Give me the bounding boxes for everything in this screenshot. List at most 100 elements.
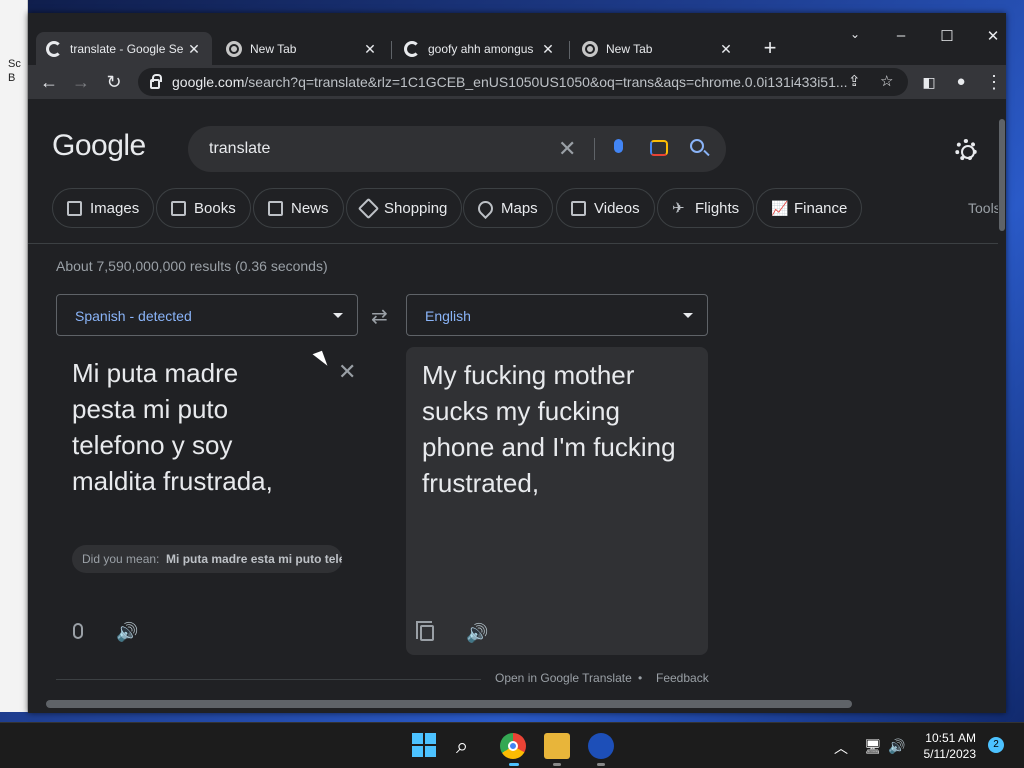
swap-languages-icon[interactable]: ⇄ bbox=[371, 304, 388, 329]
tab-label: New Tab bbox=[250, 42, 297, 56]
open-in-google-translate-link[interactable]: Open in Google Translate bbox=[495, 671, 632, 685]
system-clock[interactable]: 10:51 AM 5/11/2023 bbox=[906, 730, 977, 762]
profile-icon[interactable]: ● bbox=[950, 71, 972, 93]
tab-search-icon[interactable]: ⌄ bbox=[845, 27, 865, 41]
source-language-select[interactable]: Spanish - detected bbox=[56, 294, 358, 336]
share-icon[interactable]: ⇪ bbox=[848, 72, 861, 90]
clear-search-icon[interactable]: ✕ bbox=[558, 136, 576, 162]
file-explorer-icon[interactable] bbox=[544, 733, 570, 759]
app-indicator bbox=[597, 763, 605, 766]
news-icon bbox=[268, 200, 283, 216]
new-tab-button[interactable]: + bbox=[760, 35, 780, 61]
close-window-button[interactable]: ✕ bbox=[983, 27, 1003, 45]
speaker-icon[interactable]: 🔊 bbox=[466, 623, 488, 644]
network-icon[interactable]: 🖥 bbox=[864, 738, 882, 755]
chart-icon: 📈 bbox=[771, 199, 789, 216]
airplane-icon: ✈ bbox=[672, 199, 685, 217]
url-host: google.com bbox=[172, 74, 245, 90]
vertical-scrollbar[interactable] bbox=[998, 99, 1006, 695]
tools-button[interactable]: Tools bbox=[968, 200, 998, 216]
book-icon bbox=[171, 200, 186, 216]
chip-label: Videos bbox=[594, 199, 640, 217]
clock-date: 5/11/2023 bbox=[923, 747, 977, 761]
chip-shopping[interactable]: Shopping bbox=[346, 188, 463, 228]
clear-source-icon[interactable]: ✕ bbox=[338, 359, 356, 385]
search-divider bbox=[594, 138, 595, 160]
source-text[interactable]: Mi puta madre pesta mi puto telefono y s… bbox=[72, 355, 282, 499]
tab-new-tab[interactable]: New Tab ✕ bbox=[216, 32, 388, 66]
chip-news[interactable]: News bbox=[253, 188, 344, 228]
search-box[interactable]: translate ✕ bbox=[188, 126, 726, 172]
chip-books[interactable]: Books bbox=[156, 188, 251, 228]
footer-divider bbox=[56, 679, 481, 680]
tab-translate[interactable]: translate - Google Se ✕ bbox=[36, 32, 212, 66]
lens-icon[interactable] bbox=[650, 140, 668, 156]
microphone-icon[interactable] bbox=[73, 623, 83, 639]
address-bar[interactable]: google.com/search?q=translate&rlz=1C1GCE… bbox=[138, 68, 908, 96]
show-hidden-icons-chevron[interactable]: ︿ bbox=[834, 738, 848, 758]
windows-taskbar: ⌕ ︿ 🖥 🔊 10:51 AM 5/11/2023 2 bbox=[0, 722, 1024, 768]
translation-output: My fucking mother sucks my fucking phone… bbox=[406, 347, 708, 655]
horizontal-scrollbar[interactable] bbox=[28, 695, 1006, 713]
windows-logo-quadrant bbox=[425, 746, 436, 757]
sonic-app-icon[interactable] bbox=[588, 733, 614, 759]
target-language-label: English bbox=[425, 308, 471, 324]
chip-label: Images bbox=[90, 199, 140, 217]
voice-search-icon[interactable] bbox=[614, 139, 623, 153]
chip-flights[interactable]: ✈ Flights bbox=[657, 188, 755, 228]
browser-toolbar: ← → ↻ google.com/search?q=translate&rlz=… bbox=[28, 65, 1006, 99]
start-button[interactable] bbox=[412, 733, 438, 759]
close-tab-icon[interactable]: ✕ bbox=[718, 41, 734, 58]
chip-maps[interactable]: Maps bbox=[463, 188, 553, 228]
back-button[interactable]: ← bbox=[38, 71, 60, 93]
chip-label: News bbox=[291, 199, 329, 217]
chip-finance[interactable]: 📈 Finance bbox=[756, 188, 863, 228]
target-language-select[interactable]: English bbox=[406, 294, 708, 336]
image-icon bbox=[67, 200, 82, 216]
close-tab-icon[interactable]: ✕ bbox=[540, 41, 556, 58]
tab-separator bbox=[569, 41, 570, 59]
feedback-link[interactable]: Feedback bbox=[656, 671, 709, 685]
background-window[interactable]: Sc B bbox=[0, 0, 28, 712]
settings-gear-icon[interactable] bbox=[955, 139, 977, 161]
volume-icon[interactable]: 🔊 bbox=[888, 738, 905, 755]
source-text-area[interactable]: Mi puta madre pesta mi puto telefono y s… bbox=[56, 347, 358, 653]
notification-badge[interactable]: 2 bbox=[988, 737, 1004, 753]
horizontal-scroll-thumb[interactable] bbox=[46, 700, 852, 708]
close-tab-icon[interactable]: ✕ bbox=[186, 41, 202, 58]
chip-label: Finance bbox=[794, 199, 848, 217]
minimize-button[interactable]: – bbox=[891, 27, 911, 44]
tab-new-tab-2[interactable]: New Tab ✕ bbox=[572, 32, 744, 66]
close-tab-icon[interactable]: ✕ bbox=[362, 41, 378, 58]
tab-goofy-amongus[interactable]: goofy ahh amongus ✕ bbox=[394, 32, 566, 66]
did-you-mean-label: Did you mean: bbox=[82, 552, 160, 566]
copy-icon[interactable] bbox=[416, 621, 434, 641]
did-you-mean-suggestion[interactable]: Did you mean: Mi puta madre esta mi puto… bbox=[72, 545, 342, 573]
result-stats: About 7,590,000,000 results (0.36 second… bbox=[56, 258, 328, 274]
taskbar-search-icon[interactable]: ⌕ bbox=[456, 733, 482, 759]
chrome-taskbar-icon[interactable] bbox=[500, 733, 526, 759]
chip-label: Shopping bbox=[384, 199, 448, 217]
tab-label: New Tab bbox=[606, 42, 653, 56]
speaker-icon[interactable]: 🔊 bbox=[116, 622, 138, 643]
side-panel-icon[interactable]: ◧ bbox=[918, 71, 940, 93]
vertical-scroll-thumb[interactable] bbox=[999, 119, 1005, 231]
chip-label: Books bbox=[194, 199, 236, 217]
lock-icon bbox=[150, 73, 162, 89]
tab-separator bbox=[391, 41, 392, 59]
google-logo[interactable]: Google bbox=[52, 129, 146, 163]
background-window-text: Sc bbox=[8, 58, 21, 70]
search-input[interactable]: translate bbox=[209, 140, 270, 158]
url-text[interactable]: google.com/search?q=translate&rlz=1C1GCE… bbox=[172, 74, 852, 90]
reload-button[interactable]: ↻ bbox=[103, 71, 125, 93]
menu-icon[interactable]: ⋮ bbox=[983, 71, 1005, 93]
clock-time: 10:51 AM bbox=[925, 731, 976, 745]
maximize-button[interactable]: ☐ bbox=[937, 27, 957, 45]
forward-button[interactable]: → bbox=[70, 71, 92, 93]
bookmark-star-icon[interactable]: ☆ bbox=[880, 72, 893, 90]
chrome-icon bbox=[582, 41, 598, 57]
chip-images[interactable]: Images bbox=[52, 188, 155, 228]
chip-videos[interactable]: Videos bbox=[556, 188, 655, 228]
video-icon bbox=[571, 200, 586, 216]
search-icon[interactable] bbox=[690, 139, 704, 153]
